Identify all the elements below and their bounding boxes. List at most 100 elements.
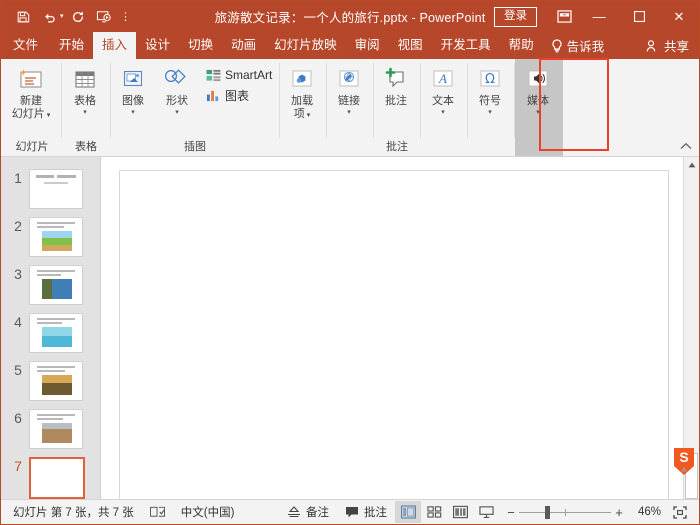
shapes-label: 形状 <box>166 95 188 107</box>
maximize-button[interactable] <box>619 1 659 32</box>
ribbon-group-tables: 表格 ▾ 表格 <box>62 59 110 156</box>
thumbnail-item-2[interactable]: 2 <box>7 217 83 257</box>
thumb-title-placeholder <box>36 175 76 178</box>
zoom-percentage[interactable]: 46% <box>631 506 667 518</box>
thumbnail-slide[interactable] <box>29 265 83 305</box>
slide-thumbnail-pane[interactable]: 1 2 3 4 5 6 7 <box>1 157 101 499</box>
thumbnail-item-4[interactable]: 4 <box>7 313 83 353</box>
comments-button[interactable]: 批注 <box>337 504 395 520</box>
tab-insert[interactable]: 插入 <box>93 32 137 59</box>
zoom-handle[interactable] <box>545 505 550 519</box>
thumbnail-item-5[interactable]: 5 <box>7 361 83 401</box>
thumbnail-item-7[interactable]: 7 <box>7 457 85 499</box>
minimize-button[interactable]: — <box>579 1 619 32</box>
thumb-subtitle-placeholder <box>44 182 68 184</box>
symbol-dropdown-icon[interactable]: ▾ <box>488 109 492 117</box>
slide-canvas[interactable] <box>119 170 669 499</box>
reading-view-button[interactable] <box>447 501 473 523</box>
normal-view-button[interactable] <box>395 501 421 523</box>
customize-qat-icon[interactable]: ⋮ <box>118 10 134 23</box>
thumbnail-slide[interactable] <box>29 169 83 209</box>
thumb-text-lines <box>37 414 75 421</box>
table-label: 表格 <box>74 95 96 107</box>
thumbnail-slide-selected[interactable] <box>29 457 85 499</box>
slideshow-view-icon <box>478 506 494 518</box>
slide-editing-pane[interactable]: S <box>101 157 699 499</box>
thumbnail-slide[interactable] <box>29 217 83 257</box>
addins-icon <box>288 65 316 95</box>
tab-developer[interactable]: 开发工具 <box>432 32 500 59</box>
zoom-in-button[interactable]: + <box>611 505 627 520</box>
tab-view[interactable]: 视图 <box>389 32 432 59</box>
thumbnail-item-6[interactable]: 6 <box>7 409 83 449</box>
addins-button[interactable]: 加载 项 ▾ <box>280 63 324 122</box>
smartart-button[interactable]: SmartArt <box>203 67 275 83</box>
thumbnail-slide[interactable] <box>29 313 83 353</box>
zoom-track[interactable] <box>519 505 611 519</box>
smartart-icon <box>206 69 221 81</box>
shapes-dropdown-icon[interactable]: ▾ <box>175 109 179 117</box>
scroll-up-icon[interactable] <box>684 157 699 173</box>
table-button[interactable]: 表格 ▾ <box>62 63 108 117</box>
close-button[interactable]: ✕ <box>659 1 699 32</box>
thumbnail-item-3[interactable]: 3 <box>7 265 83 305</box>
ribbon-tab-bar: 文件 开始 插入 设计 切换 动画 幻灯片放映 审阅 视图 开发工具 帮助 告诉… <box>1 32 699 59</box>
link-button[interactable]: 链接 ▾ <box>327 63 371 117</box>
tab-review[interactable]: 审阅 <box>346 32 389 59</box>
sign-in-button[interactable]: 登录 <box>494 6 537 27</box>
quick-access-toolbar: ▾ ⋮ <box>1 6 134 28</box>
tab-transitions[interactable]: 切换 <box>179 32 222 59</box>
status-bar-right: 备注 批注 − + 46% <box>279 501 695 523</box>
thumbnail-slide[interactable] <box>29 361 83 401</box>
spellcheck-icon[interactable] <box>142 506 173 518</box>
thumbnail-slide[interactable] <box>29 409 83 449</box>
symbol-button[interactable]: Ω 符号 ▾ <box>468 63 512 117</box>
tab-help[interactable]: 帮助 <box>500 32 543 59</box>
smartart-label: SmartArt <box>225 68 273 82</box>
shapes-button[interactable]: 形状 ▾ <box>155 63 199 117</box>
scrollbar-thumb[interactable] <box>685 453 698 499</box>
sorter-view-icon <box>426 506 441 518</box>
redo-icon[interactable] <box>66 6 90 28</box>
slideshow-view-button[interactable] <box>473 501 499 523</box>
vertical-scrollbar[interactable] <box>683 157 699 499</box>
svg-text:Ω: Ω <box>485 72 495 87</box>
share-button[interactable]: 共享 <box>642 32 699 59</box>
text-button[interactable]: A 文本 ▾ <box>421 63 465 117</box>
fit-to-window-icon <box>673 505 687 519</box>
tab-animations[interactable]: 动画 <box>222 32 265 59</box>
images-button[interactable]: 图像 ▾ <box>111 63 155 117</box>
chart-button[interactable]: 图表 <box>203 86 275 105</box>
new-slide-button[interactable]: 新建 幻灯片 ▾ <box>3 63 59 122</box>
text-dropdown-icon[interactable]: ▾ <box>441 109 445 117</box>
slide-counter: 幻灯片 第 7 张，共 7 张 <box>13 507 134 519</box>
slide-sorter-view-button[interactable] <box>421 501 447 523</box>
tell-me-box[interactable]: 告诉我 <box>543 32 613 59</box>
zoom-out-button[interactable]: − <box>503 505 519 520</box>
comment-icon <box>382 65 410 95</box>
tab-slideshow[interactable]: 幻灯片放映 <box>265 32 346 59</box>
ribbon-display-icon[interactable] <box>549 1 579 32</box>
comment-bubble-icon <box>346 507 358 518</box>
thumb-image <box>42 279 72 299</box>
language-indicator[interactable]: 中文(中国) <box>173 504 243 520</box>
save-icon[interactable] <box>11 6 35 28</box>
tab-design[interactable]: 设计 <box>136 32 179 59</box>
undo-icon[interactable] <box>37 6 61 28</box>
zoom-slider[interactable]: − + <box>499 505 631 520</box>
scrollbar-track[interactable] <box>684 173 699 499</box>
table-dropdown-icon[interactable]: ▾ <box>83 109 87 117</box>
link-dropdown-icon[interactable]: ▾ <box>347 109 351 117</box>
fit-to-window-button[interactable] <box>667 501 693 523</box>
chevron-up-icon[interactable] <box>680 142 692 154</box>
slideshow-icon[interactable] <box>92 6 116 28</box>
images-dropdown-icon[interactable]: ▾ <box>131 109 135 117</box>
tab-home[interactable]: 开始 <box>50 32 93 59</box>
media-dropdown-icon[interactable]: ▾ <box>536 109 540 117</box>
media-button[interactable]: 媒体 ▾ <box>515 63 561 117</box>
notes-button[interactable]: 备注 <box>279 504 337 520</box>
ribbon-group-comments: 批注 批注 <box>374 59 420 156</box>
tab-file[interactable]: 文件 <box>1 32 50 59</box>
comment-button[interactable]: 批注 <box>374 63 418 108</box>
thumbnail-item-1[interactable]: 1 <box>7 169 83 209</box>
